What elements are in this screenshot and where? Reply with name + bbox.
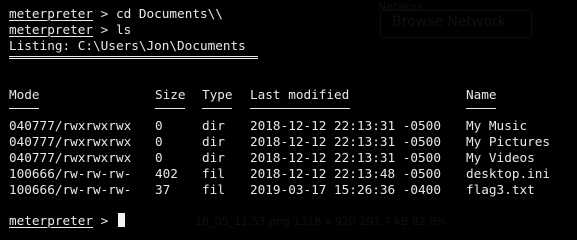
row-name: flag3.txt	[466, 182, 535, 197]
row-modified: 2018-12-12 22:13:31 -0500	[250, 118, 441, 133]
ghost-browse-box	[380, 10, 532, 38]
row-mode: 100666/rw-rw-rw-	[9, 166, 132, 181]
row-size: 402	[155, 166, 178, 181]
text-cursor[interactable]	[117, 213, 125, 227]
row-type: fil	[202, 166, 225, 181]
column-rule-mode	[9, 108, 39, 109]
prompt-word: meterpreter	[9, 213, 94, 228]
terminal-window[interactable]: Network Browse Network 18_05_11.53.png 1…	[0, 0, 577, 239]
column-rule-last-modified	[250, 108, 350, 109]
row-mode: 040777/rwxrwxrwx	[9, 134, 132, 149]
column-rule-type	[202, 108, 232, 109]
row-modified: 2019-03-17 15:26:36 -0400	[250, 182, 441, 197]
command-line-2: meterpreter > ls	[9, 22, 131, 38]
ghost-status-text: 18_05_11.53.png 1318 x 920 291.7 kB 82.8…	[195, 215, 447, 228]
row-type: dir	[202, 134, 225, 149]
prompt-suffix: >	[93, 6, 116, 21]
active-prompt-line[interactable]: meterpreter >	[9, 213, 125, 229]
row-name: My Pictures	[466, 134, 551, 149]
row-size: 0	[155, 134, 163, 149]
row-mode: 040777/rwxrwxrwx	[9, 150, 132, 165]
row-type: dir	[202, 118, 225, 133]
ghost-browse-network: Browse Network	[392, 14, 506, 30]
prompt-word: meterpreter	[9, 6, 94, 21]
row-mode: 040777/rwxrwxrwx	[9, 118, 132, 133]
prompt-suffix: >	[93, 213, 116, 228]
prompt-word: meterpreter	[9, 22, 94, 37]
row-name: My Music	[466, 118, 528, 133]
command-text: ls	[115, 22, 132, 37]
listing-header-rule	[9, 56, 258, 59]
ghost-network-label: Network	[378, 0, 424, 13]
command-line-1: meterpreter > cd Documents\\	[9, 6, 223, 22]
column-rule-size	[155, 108, 185, 109]
row-name: desktop.ini	[466, 166, 551, 181]
listing-header: Listing: C:\Users\Jon\Documents	[9, 38, 246, 53]
row-type: dir	[202, 150, 225, 165]
row-type: fil	[202, 182, 225, 197]
column-header-name: Name	[466, 87, 497, 102]
row-modified: 2018-12-12 22:13:31 -0500	[250, 134, 441, 149]
row-modified: 2018-12-12 22:13:48 -0500	[250, 166, 441, 181]
column-header-last-modified: Last modified	[250, 87, 350, 102]
row-modified: 2018-12-12 22:13:31 -0500	[250, 150, 441, 165]
row-size: 0	[155, 150, 163, 165]
row-size: 37	[155, 182, 171, 197]
column-rule-name	[466, 108, 496, 109]
command-text: cd Documents\\	[115, 6, 223, 21]
column-header-mode: Mode	[9, 87, 40, 102]
row-name: My Videos	[466, 150, 535, 165]
row-mode: 100666/rw-rw-rw-	[9, 182, 132, 197]
prompt-suffix: >	[93, 22, 116, 37]
row-size: 0	[155, 118, 163, 133]
column-header-size: Size	[155, 87, 186, 102]
column-header-type: Type	[202, 87, 233, 102]
